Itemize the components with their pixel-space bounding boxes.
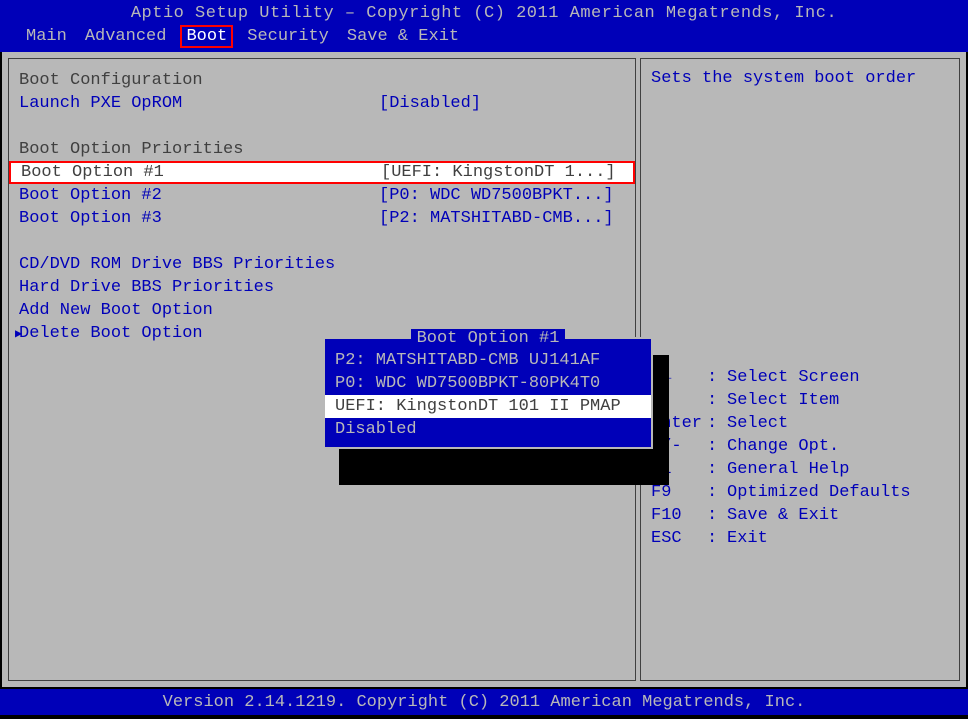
menu-main[interactable]: Main: [26, 27, 67, 46]
boot-option-1[interactable]: Boot Option #1 [UEFI: KingstonDT 1...]: [9, 161, 635, 184]
section-boot-priorities: Boot Option Priorities: [19, 138, 625, 161]
boot-option-2-value: [P0: WDC WD7500BPKT...]: [379, 186, 625, 205]
boot-option-2-label: Boot Option #2: [19, 186, 379, 205]
popup-item-1[interactable]: P0: WDC WD7500BPKT-80PK4T0: [325, 372, 651, 395]
cd-dvd-bbs[interactable]: CD/DVD ROM Drive BBS Priorities: [19, 253, 625, 276]
key-help-save: F10:Save & Exit: [651, 506, 949, 529]
hard-drive-bbs[interactable]: Hard Drive BBS Priorities: [19, 276, 625, 299]
section-boot-config: Boot Configuration: [19, 69, 625, 92]
key-help-change: +/-:Change Opt.: [651, 437, 949, 460]
popup-item-2[interactable]: UEFI: KingstonDT 101 II PMAP: [325, 395, 651, 418]
help-text: Sets the system boot order: [651, 69, 949, 88]
main-area: Boot Configuration Launch PXE OpROM [Dis…: [0, 52, 968, 689]
popup-title-bar: Boot Option #1: [325, 329, 651, 349]
menu-boot[interactable]: Boot: [180, 25, 233, 48]
boot-option-2[interactable]: Boot Option #2 [P0: WDC WD7500BPKT...]: [19, 184, 625, 207]
boot-option-3[interactable]: Boot Option #3 [P2: MATSHITABD-CMB...]: [19, 207, 625, 230]
key-help-item: ↑↓:Select Item: [651, 391, 949, 414]
key-help-screen: →←:Select Screen: [651, 368, 949, 391]
boot-option-3-label: Boot Option #3: [19, 209, 379, 228]
menu-security[interactable]: Security: [247, 27, 329, 46]
footer-bar: Version 2.14.1219. Copyright (C) 2011 Am…: [0, 689, 968, 715]
key-help-general: F1:General Help: [651, 460, 949, 483]
key-help-defaults: F9:Optimized Defaults: [651, 483, 949, 506]
option-launch-pxe[interactable]: Launch PXE OpROM [Disabled]: [19, 92, 625, 115]
popup-item-3[interactable]: Disabled: [325, 418, 651, 441]
submenu-arrow-icon: ▶: [15, 326, 22, 341]
boot-option-popup: Boot Option #1 P2: MATSHITABD-CMB UJ141A…: [323, 337, 653, 449]
pxe-label: Launch PXE OpROM: [19, 94, 379, 113]
boot-option-1-label: Boot Option #1: [21, 163, 381, 182]
popup-title: Boot Option #1: [411, 329, 566, 348]
menu-advanced[interactable]: Advanced: [85, 27, 167, 46]
left-panel: Boot Configuration Launch PXE OpROM [Dis…: [8, 58, 636, 681]
add-boot-option[interactable]: Add New Boot Option: [19, 299, 625, 322]
pxe-value: [Disabled]: [379, 94, 625, 113]
right-panel: Sets the system boot order →←:Select Scr…: [640, 58, 960, 681]
menu-bar: Main Advanced Boot Security Save & Exit: [0, 27, 968, 46]
menu-save-exit[interactable]: Save & Exit: [347, 27, 459, 46]
key-help-exit: ESC:Exit: [651, 529, 949, 552]
header-title: Aptio Setup Utility – Copyright (C) 2011…: [0, 4, 968, 23]
popup-item-0[interactable]: P2: MATSHITABD-CMB UJ141AF: [325, 349, 651, 372]
key-help-select: Enter:Select: [651, 414, 949, 437]
boot-option-3-value: [P2: MATSHITABD-CMB...]: [379, 209, 625, 228]
footer-text: Version 2.14.1219. Copyright (C) 2011 Am…: [163, 693, 806, 712]
boot-option-1-value: [UEFI: KingstonDT 1...]: [381, 163, 623, 182]
header-bar: Aptio Setup Utility – Copyright (C) 2011…: [0, 0, 968, 52]
